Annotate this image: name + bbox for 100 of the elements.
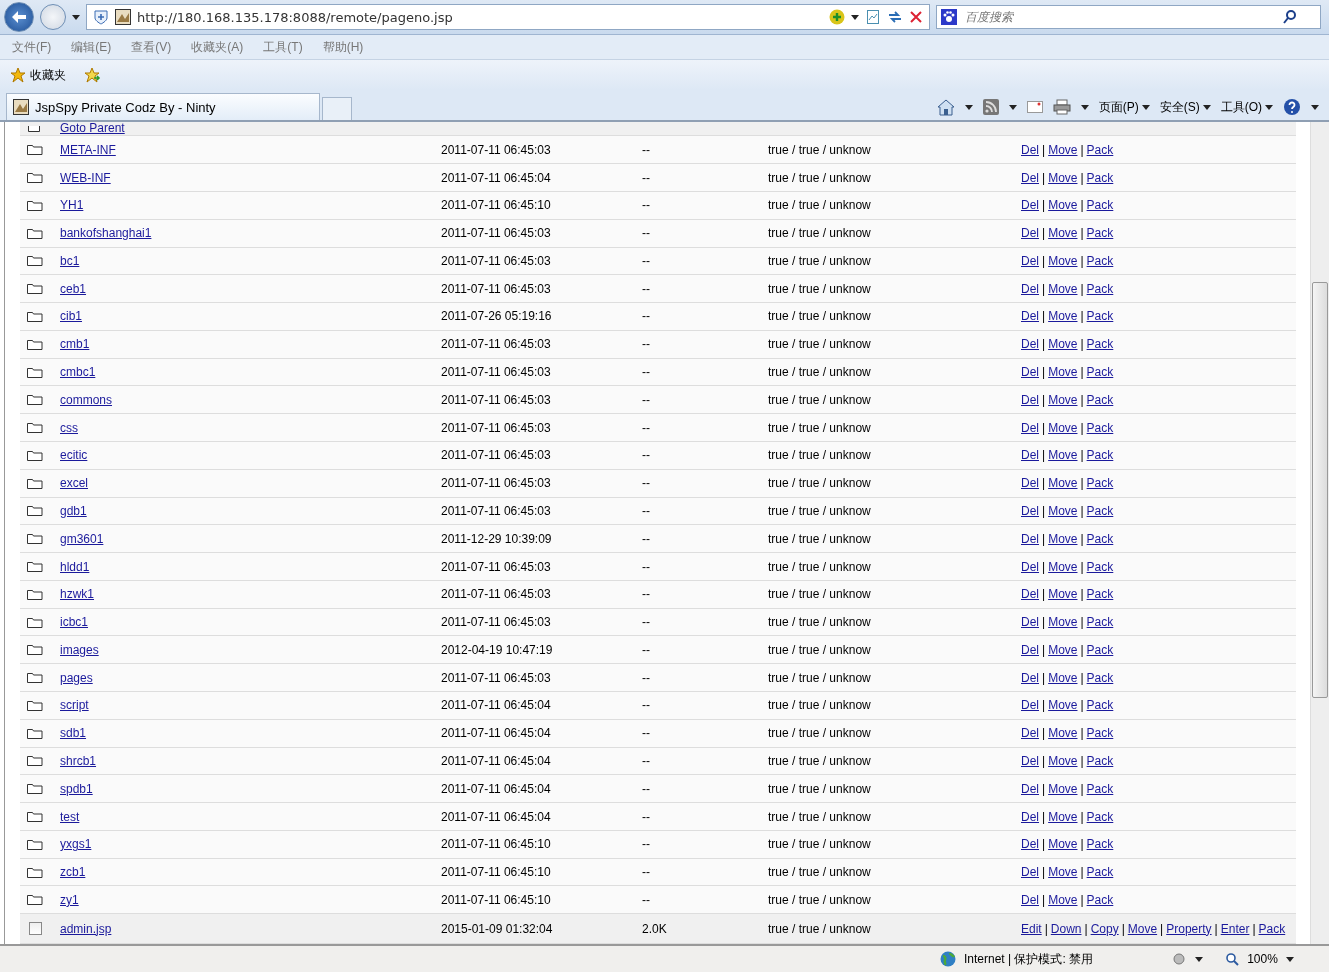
file-name-link[interactable]: META-INF	[60, 142, 116, 157]
printer-icon[interactable]	[1052, 99, 1071, 115]
action-link[interactable]: Move	[1048, 642, 1078, 657]
row-checkbox[interactable]	[29, 922, 42, 936]
action-link[interactable]: Pack	[1086, 337, 1114, 352]
file-name-link[interactable]: css	[60, 420, 78, 435]
action-link[interactable]: Pack	[1086, 559, 1114, 574]
file-name-link[interactable]: gm3601	[60, 531, 104, 546]
action-link[interactable]: Move	[1048, 670, 1078, 685]
action-link[interactable]: Move	[1048, 837, 1078, 852]
action-link[interactable]: Move	[1048, 587, 1078, 602]
file-name-link[interactable]: spdb1	[60, 781, 93, 796]
action-link[interactable]: Del	[1021, 337, 1039, 352]
action-link[interactable]: Del	[1021, 503, 1039, 518]
file-name-link[interactable]: hzwk1	[60, 587, 94, 602]
action-link[interactable]: Pack	[1086, 531, 1114, 546]
action-link[interactable]: Pack	[1086, 226, 1114, 241]
file-name-link[interactable]: cib1	[60, 309, 82, 324]
file-name-link[interactable]: zy1	[60, 892, 79, 907]
action-link[interactable]: Pack	[1086, 670, 1114, 685]
action-link[interactable]: Pack	[1086, 837, 1114, 852]
action-link[interactable]: Move	[1048, 615, 1078, 630]
menu-item[interactable]: 查看(V)	[131, 38, 172, 56]
action-link[interactable]: Property	[1166, 921, 1212, 936]
action-link[interactable]: Edit	[1021, 921, 1042, 936]
action-link[interactable]: Pack	[1086, 753, 1114, 768]
action-link[interactable]: Move	[1048, 503, 1078, 518]
action-link[interactable]: Del	[1021, 281, 1039, 296]
action-link[interactable]: Pack	[1086, 392, 1114, 407]
file-name-link[interactable]: cmb1	[60, 337, 90, 352]
dropdown-icon[interactable]	[1080, 104, 1089, 110]
action-link[interactable]: Pack	[1086, 726, 1114, 741]
action-link[interactable]: Del	[1021, 420, 1039, 435]
action-link[interactable]: Move	[1048, 559, 1078, 574]
action-link[interactable]: Del	[1021, 865, 1039, 880]
action-link[interactable]: Del	[1021, 476, 1039, 491]
plus-circle-icon[interactable]	[829, 9, 845, 25]
action-link[interactable]: Pack	[1086, 170, 1114, 185]
file-name-link[interactable]: zcb1	[60, 865, 86, 880]
action-link[interactable]: Pack	[1086, 587, 1114, 602]
action-link[interactable]: Enter	[1220, 921, 1250, 936]
refresh-icon[interactable]	[887, 9, 903, 25]
zoom-icon[interactable]	[1225, 952, 1240, 966]
action-link[interactable]: Del	[1021, 198, 1039, 213]
action-link[interactable]: Move	[1048, 781, 1078, 796]
file-name-link[interactable]: gdb1	[60, 503, 87, 518]
action-link[interactable]: Down	[1050, 921, 1082, 936]
action-link[interactable]: Del	[1021, 253, 1039, 268]
action-link[interactable]: Pack	[1086, 198, 1114, 213]
dropdown-icon[interactable]	[1195, 956, 1204, 962]
menu-item[interactable]: 工具(T)	[263, 38, 303, 56]
file-name-link[interactable]: excel	[60, 476, 88, 491]
file-name-link[interactable]: hldd1	[60, 559, 90, 574]
action-link[interactable]: Move	[1048, 865, 1078, 880]
favorites-button[interactable]: 收藏夹	[10, 66, 66, 84]
address-field[interactable]: http://180.168.135.178:8088/remote/pageno.jsp	[86, 4, 930, 30]
action-link[interactable]: Move	[1048, 392, 1078, 407]
browser-tab[interactable]: JspSpy Private Codz By - Ninty	[6, 93, 320, 120]
forward-button[interactable]	[40, 4, 66, 30]
dropdown-icon[interactable]	[964, 104, 973, 110]
action-link[interactable]: Move	[1048, 309, 1078, 324]
action-link[interactable]: Move	[1048, 420, 1078, 435]
action-link[interactable]: Move	[1048, 365, 1078, 380]
file-name-link[interactable]: images	[60, 642, 99, 657]
file-name-link[interactable]: admin.jsp	[60, 921, 112, 936]
feed-icon[interactable]	[982, 99, 999, 115]
zoom-level[interactable]: 100%	[1247, 952, 1278, 966]
action-link[interactable]: Move	[1048, 253, 1078, 268]
action-link[interactable]: Del	[1021, 365, 1039, 380]
action-link[interactable]: Move	[1048, 170, 1078, 185]
action-link[interactable]: Pack	[1086, 253, 1114, 268]
file-name-link[interactable]: bc1	[60, 253, 80, 268]
action-link[interactable]: Del	[1021, 753, 1039, 768]
action-link[interactable]: Move	[1048, 892, 1078, 907]
file-name-link[interactable]: test	[60, 809, 80, 824]
dropdown-icon[interactable]	[1008, 104, 1017, 110]
action-link[interactable]: Del	[1021, 170, 1039, 185]
command-button[interactable]: 页面(P)	[1098, 98, 1150, 116]
file-name-link[interactable]: pages	[60, 670, 93, 685]
search-icon[interactable]	[1283, 10, 1297, 24]
help-icon[interactable]	[1283, 98, 1301, 116]
action-link[interactable]: Pack	[1086, 281, 1114, 296]
action-link[interactable]: Del	[1021, 781, 1039, 796]
action-link[interactable]: Move	[1048, 726, 1078, 741]
action-link[interactable]: Del	[1021, 226, 1039, 241]
action-link[interactable]: Move	[1048, 226, 1078, 241]
action-link[interactable]: Pack	[1086, 420, 1114, 435]
add-favorite-icon[interactable]	[84, 67, 102, 83]
file-name-link[interactable]: script	[60, 698, 89, 713]
action-link[interactable]: Del	[1021, 309, 1039, 324]
scrollbar-thumb[interactable]	[1312, 282, 1328, 698]
close-icon[interactable]	[909, 10, 923, 24]
action-link[interactable]: Pack	[1258, 921, 1286, 936]
action-link[interactable]: Move	[1048, 337, 1078, 352]
file-name-link[interactable]: bankofshanghai1	[60, 226, 152, 241]
menu-item[interactable]: 文件(F)	[12, 38, 52, 56]
action-link[interactable]: Del	[1021, 142, 1039, 157]
action-link[interactable]: Del	[1021, 892, 1039, 907]
action-link[interactable]: Del	[1021, 670, 1039, 685]
action-link[interactable]: Pack	[1086, 781, 1114, 796]
